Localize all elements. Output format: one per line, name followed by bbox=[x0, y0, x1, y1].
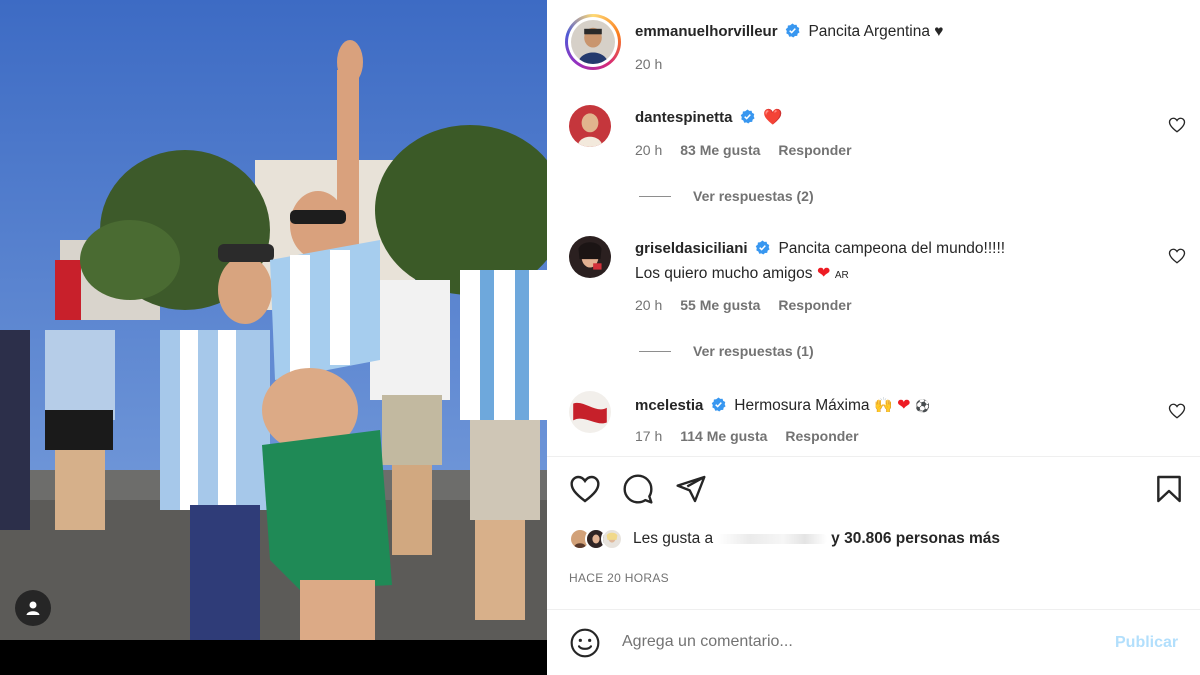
comment-username[interactable]: mcelestia bbox=[635, 397, 703, 414]
comment-meta: 20 h 83 Me gusta Responder bbox=[635, 142, 852, 158]
verified-badge-icon bbox=[740, 109, 755, 124]
comment-avatar[interactable] bbox=[569, 236, 611, 278]
likes-prefix: Les gusta a bbox=[633, 530, 714, 547]
comment-bubble-icon[interactable] bbox=[622, 473, 654, 505]
comment-like-heart-icon[interactable] bbox=[1168, 402, 1186, 420]
comment-body: mcelestia Hermosura Máxima 🙌 ❤ ⚽ bbox=[635, 395, 930, 415]
flag-label: AR bbox=[834, 270, 849, 281]
comment-avatar-image bbox=[569, 391, 611, 433]
comment-avatar-image bbox=[569, 105, 611, 147]
verified-badge-icon bbox=[755, 240, 770, 255]
publish-button[interactable]: Publicar bbox=[1115, 634, 1178, 652]
soccer-ball-emoji-icon: ⚽ bbox=[914, 399, 930, 413]
comment-username[interactable]: griseldasiciliani bbox=[635, 240, 748, 257]
comment-time: 20 h bbox=[635, 142, 663, 158]
heart-outline-icon[interactable] bbox=[569, 473, 601, 505]
comment-meta: 20 h 55 Me gusta Responder bbox=[635, 297, 852, 313]
reply-button[interactable]: Responder bbox=[778, 142, 851, 158]
caption-text: Pancita Argentina ♥ bbox=[808, 23, 944, 40]
reply-button[interactable]: Responder bbox=[778, 297, 851, 313]
post-photo[interactable] bbox=[0, 0, 547, 675]
verified-badge-icon bbox=[785, 23, 800, 38]
tagged-users-button[interactable] bbox=[15, 590, 51, 626]
author-avatar-image bbox=[571, 20, 615, 64]
comment-body: griseldasiciliani Pancita campeona del m… bbox=[635, 240, 1005, 258]
comment-likes-count[interactable]: 83 Me gusta bbox=[680, 142, 760, 158]
comment-text: ❤️ bbox=[763, 109, 783, 126]
paper-plane-icon[interactable] bbox=[675, 473, 707, 505]
post-details-panel: emmanuelhorvilleur Pancita Argentina ♥ 2… bbox=[547, 0, 1200, 675]
liker-avatar bbox=[601, 528, 623, 550]
comment-body-line2: Los quiero mucho amigos ❤ AR bbox=[635, 263, 849, 283]
comment-avatar[interactable] bbox=[569, 105, 611, 147]
comment-avatar-image bbox=[569, 236, 611, 278]
author-username[interactable]: emmanuelhorvilleur bbox=[635, 23, 778, 40]
comment-text-line2: Los quiero mucho amigos bbox=[635, 265, 813, 282]
likes-text: Les gusta a y 30.806 personas más bbox=[633, 530, 1000, 548]
bookmark-icon[interactable] bbox=[1153, 473, 1185, 505]
heart-emoji-icon: ❤ bbox=[897, 397, 911, 414]
praise-hands-emoji-icon: 🙌 bbox=[873, 397, 893, 414]
comment-body: dantespinetta ❤️ bbox=[635, 108, 783, 127]
comment-like-heart-icon[interactable] bbox=[1168, 116, 1186, 134]
likes-summary[interactable]: Les gusta a y 30.806 personas más bbox=[569, 528, 1000, 550]
verified-badge-icon bbox=[711, 397, 726, 412]
heart-emoji-icon: ❤ bbox=[816, 265, 831, 282]
view-replies-button[interactable]: Ver respuestas (2) bbox=[639, 188, 814, 204]
comment-likes-count[interactable]: 55 Me gusta bbox=[680, 297, 760, 313]
comment-input[interactable] bbox=[622, 633, 1082, 651]
post-timestamp: HACE 20 HORAS bbox=[569, 571, 669, 585]
liker-avatar-image bbox=[603, 530, 621, 548]
comment-username[interactable]: dantespinetta bbox=[635, 109, 733, 126]
divider bbox=[547, 609, 1200, 610]
post-caption: emmanuelhorvilleur Pancita Argentina ♥ bbox=[635, 23, 943, 41]
emoji-icon[interactable] bbox=[569, 627, 601, 659]
caption-time: 20 h bbox=[635, 56, 663, 72]
comment-text: Hermosura Máxima bbox=[734, 397, 870, 414]
person-icon bbox=[26, 601, 40, 615]
photo-illustration bbox=[0, 0, 547, 640]
comment-like-heart-icon[interactable] bbox=[1168, 247, 1186, 265]
divider bbox=[547, 456, 1200, 457]
comment-likes-count[interactable]: 114 Me gusta bbox=[680, 428, 767, 444]
caption-meta: 20 h bbox=[635, 56, 662, 72]
likes-count[interactable]: y 30.806 personas más bbox=[831, 530, 1000, 547]
comment-time: 17 h bbox=[635, 428, 663, 444]
comment-time: 20 h bbox=[635, 297, 663, 313]
comment-text-line1: Pancita campeona del mundo!!!!! bbox=[778, 240, 1006, 257]
author-avatar[interactable] bbox=[565, 14, 621, 70]
comment-avatar[interactable] bbox=[569, 391, 611, 433]
reply-button[interactable]: Responder bbox=[785, 428, 858, 444]
blurred-username bbox=[717, 533, 828, 544]
comment-meta: 17 h 114 Me gusta Responder bbox=[635, 428, 859, 444]
view-replies-button[interactable]: Ver respuestas (1) bbox=[639, 343, 814, 359]
